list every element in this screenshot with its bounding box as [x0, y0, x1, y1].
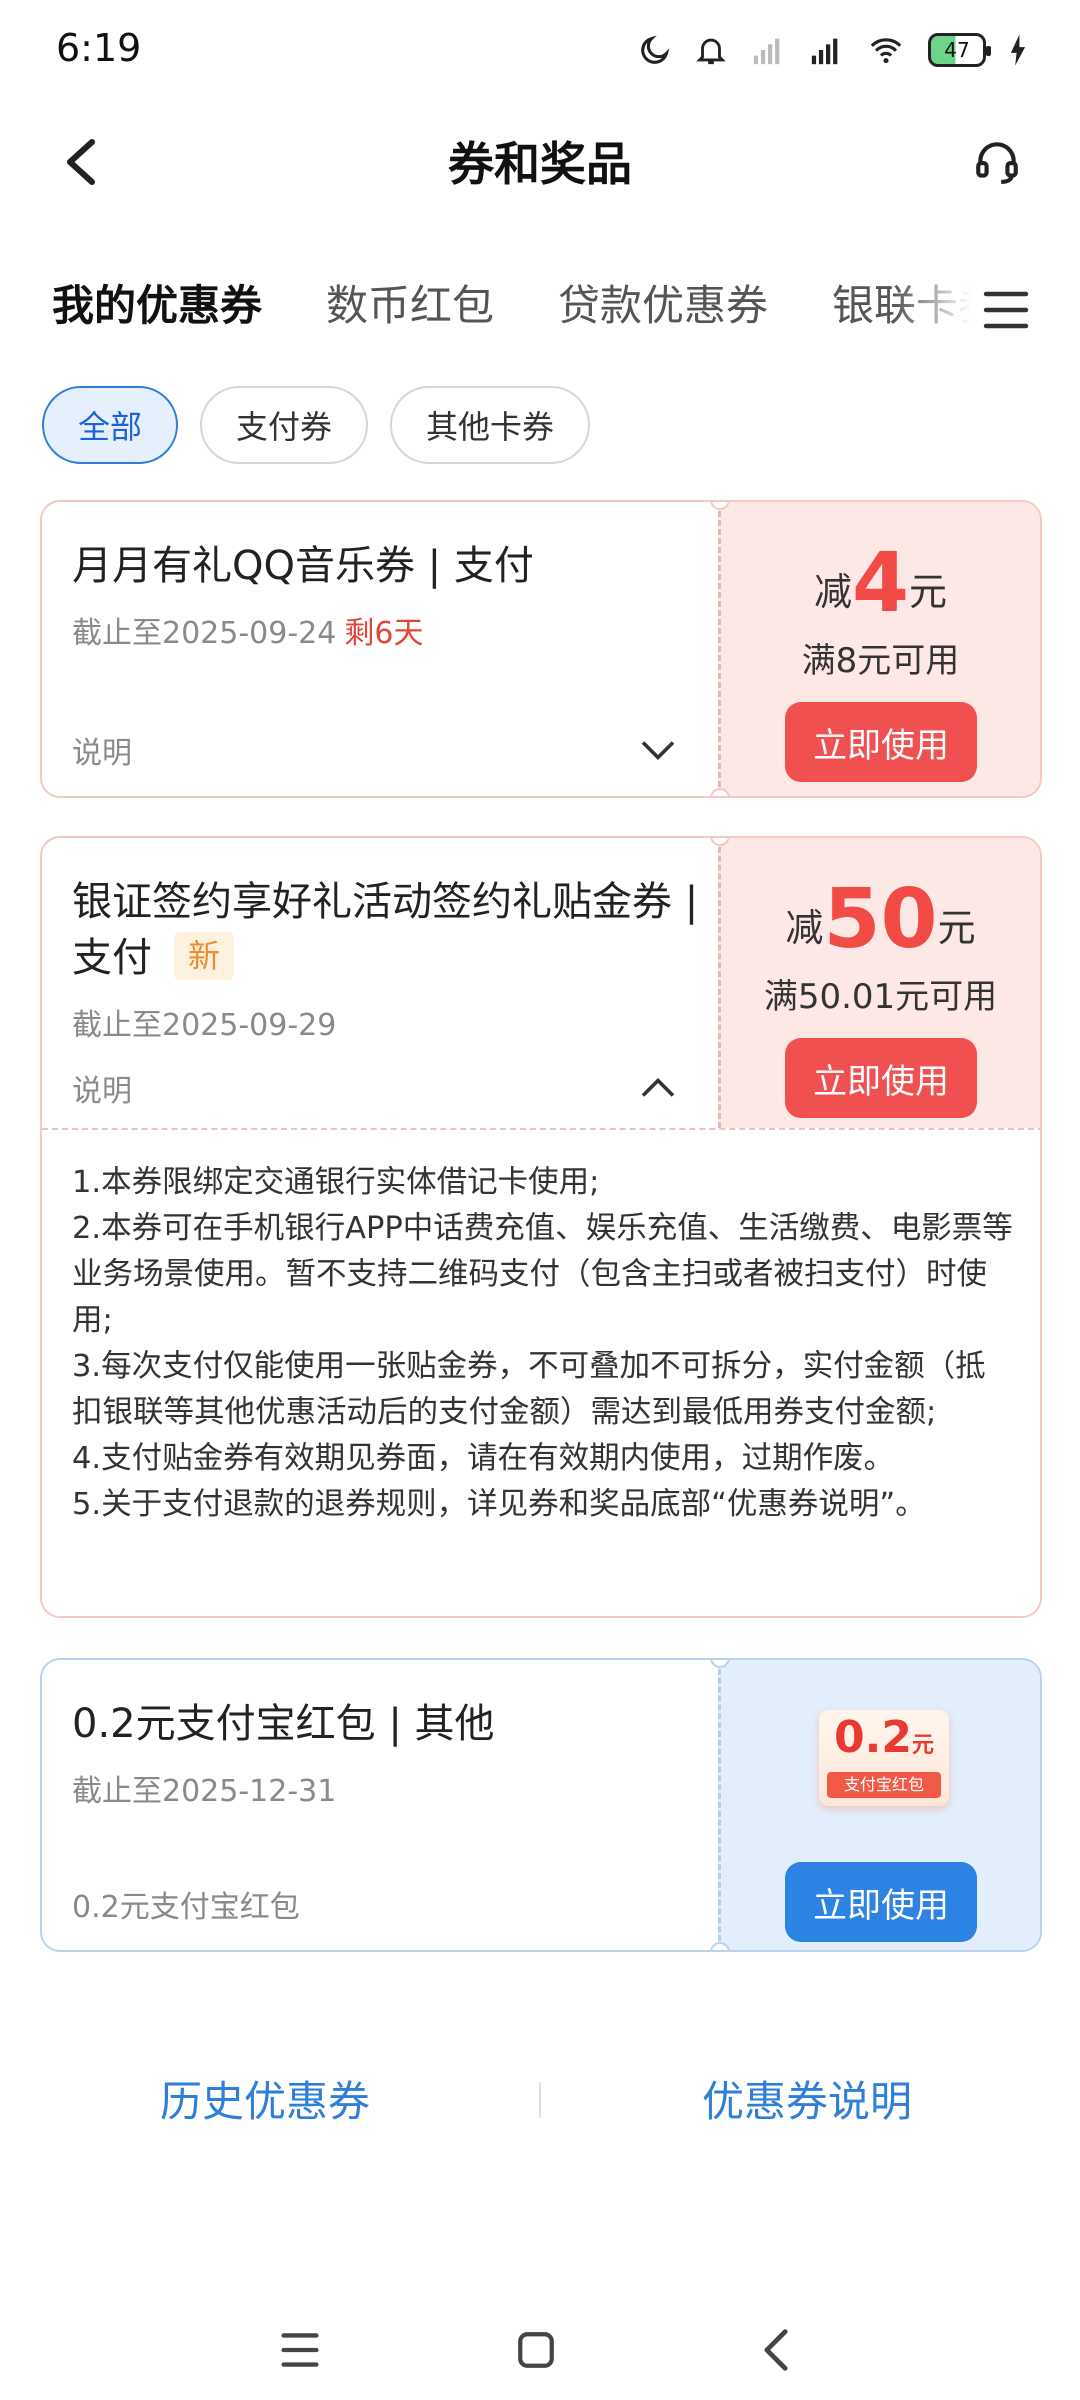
filter-payment[interactable]: 支付券	[200, 386, 369, 464]
coupon-title: 0.2元支付宝红包 | 其他	[72, 1701, 495, 1747]
header: 券和奖品	[0, 110, 1080, 210]
footer-links: 历史优惠券 优惠券说明	[0, 2060, 1080, 2140]
use-now-button[interactable]: 立即使用	[785, 1862, 977, 1942]
coupon-threshold: 满50.01元可用	[763, 977, 998, 1017]
coupon-value-panel: 减50元 满50.01元可用 立即使用	[718, 838, 1040, 1128]
coupon-card: 0.2元支付宝红包 | 其他 截止至2025-12-31 0.2元支付宝红包 0…	[40, 1658, 1042, 1952]
use-now-button[interactable]: 立即使用	[785, 702, 977, 782]
filter-all[interactable]: 全部	[42, 386, 179, 464]
moon-icon	[641, 35, 670, 64]
battery-level: 47	[944, 38, 970, 62]
coupon-title: 银证签约享好礼活动签约礼贴金券 | 支付新	[72, 879, 699, 981]
alipay-red-packet-image: 0.2元 支付宝红包	[819, 1710, 949, 1806]
nav-back-button[interactable]	[746, 2320, 806, 2380]
detail-line: 1.本券限绑定交通银行实体借记卡使用;	[72, 1165, 600, 1200]
battery-icon: 47	[928, 33, 991, 67]
filter-chips: 全部 支付券 其他卡券	[42, 386, 591, 466]
bell-icon	[696, 38, 726, 65]
description-toggle[interactable]: 说明	[72, 1066, 680, 1110]
detail-line: 4.支付贴金券有效期见券面，请在有效期内使用，过期作废。	[72, 1441, 895, 1476]
new-badge: 新	[174, 932, 235, 980]
chevron-up-icon	[636, 1066, 680, 1110]
wifi-icon	[870, 38, 902, 64]
signal-strong-icon	[811, 38, 838, 65]
red-packet-value: 0.2元	[834, 1712, 934, 1763]
filter-other[interactable]: 其他卡券	[390, 386, 591, 464]
tab-digital-currency[interactable]: 数币红包	[326, 272, 494, 333]
coupon-amount: 减4元	[813, 536, 948, 631]
description-toggle[interactable]: 说明	[72, 728, 680, 772]
hamburger-menu-icon	[983, 291, 1029, 329]
red-packet-label: 支付宝红包	[827, 1772, 941, 1798]
chevron-down-icon	[636, 728, 680, 772]
description-label: 说明	[72, 1074, 132, 1109]
description-label: 说明	[72, 736, 132, 771]
status-bar: 6:19 47	[0, 0, 1080, 100]
tab-loan-coupons[interactable]: 贷款优惠券	[558, 272, 768, 333]
customer-service-button[interactable]	[966, 130, 1028, 192]
coupon-title: 月月有礼QQ音乐券 | 支付	[72, 543, 534, 589]
system-nav-bar	[0, 2300, 1080, 2400]
nav-home-button[interactable]	[506, 2320, 566, 2380]
coupon-card-expanded: 银证签约享好礼活动签约礼贴金券 | 支付新 截止至2025-09-29 说明 减…	[40, 836, 1042, 1618]
tabs-menu-button[interactable]	[976, 280, 1036, 340]
nav-menu-button[interactable]	[270, 2320, 330, 2380]
history-coupons-link[interactable]: 历史优惠券	[160, 2068, 370, 2129]
description-label: 0.2元支付宝红包	[72, 1890, 300, 1925]
coupon-amount: 减50元	[785, 872, 976, 967]
page-title: 券和奖品	[448, 137, 632, 191]
coupon-card: 月月有礼QQ音乐券 | 支付 截止至2025-09-24 剩6天 说明 减4元 满…	[40, 500, 1042, 798]
footer-divider	[539, 2082, 541, 2118]
remaining-days: 剩6天	[344, 616, 424, 651]
description-row: 0.2元支付宝红包	[72, 1882, 680, 1926]
coupon-expiry: 截止至2025-12-31	[72, 1774, 337, 1809]
tabs-fade	[894, 260, 984, 360]
coupon-value-panel: 0.2元 支付宝红包 立即使用	[718, 1660, 1040, 1950]
coupon-value-panel: 减4元 满8元可用 立即使用	[718, 502, 1040, 796]
detail-line: 5.关于支付退款的退券规则，详见券和奖品底部“优惠券说明”。	[72, 1487, 926, 1522]
home-square-icon	[518, 2332, 554, 2368]
signal-weak-icon	[753, 38, 780, 65]
back-triangle-icon	[764, 2329, 788, 2371]
charging-icon	[1010, 34, 1026, 66]
headset-icon	[976, 142, 1018, 184]
status-icons: 47	[638, 28, 1028, 72]
use-now-button[interactable]: 立即使用	[785, 1038, 977, 1118]
coupon-expiry: 截止至2025-09-29	[72, 1008, 337, 1043]
status-time: 6:19	[56, 26, 142, 70]
tabs-track: 我的优惠券数币红包贷款优惠券银联卡券	[52, 272, 982, 352]
detail-line: 3.每次支付仅能使用一张贴金券，不可叠加不可拆分，实付金额（抵扣银联等其他优惠活…	[72, 1349, 986, 1430]
coupon-threshold: 满8元可用	[801, 641, 960, 681]
coupon-expiry: 截止至2025-09-24 剩6天	[72, 616, 424, 651]
coupon-details: 1.本券限绑定交通银行实体借记卡使用; 2.本券可在手机银行APP中话费充值、娱…	[42, 1128, 1040, 1528]
tab-my-coupons[interactable]: 我的优惠券	[52, 272, 262, 333]
tab-bar: 我的优惠券数币红包贷款优惠券银联卡券	[0, 260, 1080, 360]
menu-icon	[281, 2333, 319, 2367]
coupon-explanation-link[interactable]: 优惠券说明	[702, 2068, 912, 2129]
detail-line: 2.本券可在手机银行APP中话费充值、娱乐充值、生活缴费、电影票等业务场景使用。…	[72, 1211, 1013, 1338]
